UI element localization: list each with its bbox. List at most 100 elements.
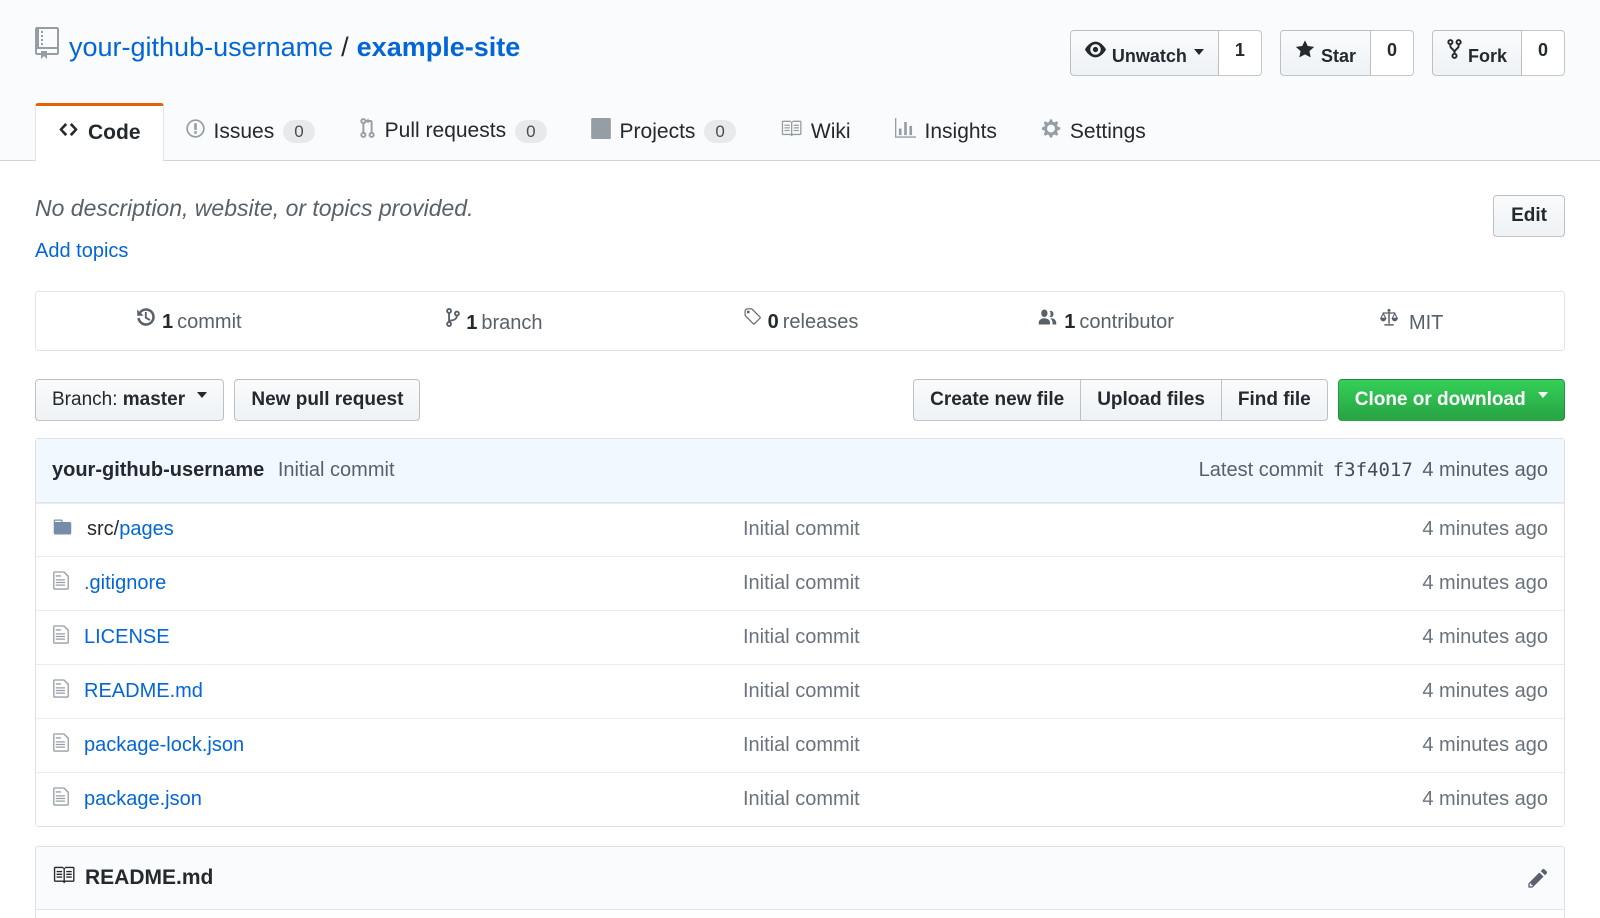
file-link[interactable]: README.md [84,680,203,703]
branch-name: master [123,389,185,410]
unwatch-button[interactable]: Unwatch [1070,30,1219,76]
tab-issues[interactable]: Issues 0 [164,103,337,160]
tab-projects[interactable]: Projects 0 [569,103,758,160]
pull-requests-counter: 0 [515,120,546,143]
table-row: package.json Initial commit 4 minutes ag… [36,772,1564,826]
row-commit-message[interactable]: Initial commit [743,788,1333,811]
stat-value: 0 [768,311,779,333]
file-link[interactable]: package-lock.json [84,734,244,757]
tab-wiki[interactable]: Wiki [758,103,873,160]
edit-readme-pencil-icon[interactable] [1528,867,1548,889]
fork-group: Fork 0 [1432,30,1565,76]
tab-code[interactable]: Code [35,103,164,161]
tab-label: Code [88,121,141,145]
commits-stat[interactable]: 1commit [36,307,342,334]
tab-insights[interactable]: Insights [873,103,1019,160]
stat-label: releases [783,311,859,333]
new-pull-request-button[interactable]: New pull request [234,379,420,421]
commit-author-link[interactable]: your-github-username [52,459,264,481]
star-icon [1295,39,1315,66]
fork-button[interactable]: Fork [1432,30,1522,76]
folder-icon [52,517,73,543]
pull-request-icon [359,117,376,145]
wiki-book-icon [780,118,802,145]
repo-owner-link[interactable]: your-github-username [69,30,333,65]
file-link[interactable]: LICENSE [84,626,170,649]
folder-path-prefix[interactable]: src/ [87,518,119,540]
tab-label: Projects [620,120,696,144]
row-commit-message[interactable]: Initial commit [743,572,1333,595]
issues-counter: 0 [283,120,314,143]
graph-icon [895,118,916,145]
file-link[interactable]: pages [119,518,174,540]
latest-commit-label: Latest commit [1199,459,1323,481]
stat-label: commit [177,311,241,333]
stargazers-count[interactable]: 0 [1371,30,1414,76]
project-icon [591,118,611,145]
stat-label: MIT [1409,312,1443,334]
stat-value: 1 [162,311,173,333]
repo-actions: Unwatch 1 Star 0 F [1070,30,1565,76]
table-row: src/pages Initial commit 4 minutes ago [36,503,1564,556]
row-commit-message[interactable]: Initial commit [743,518,1333,541]
file-icon [52,732,70,759]
chevron-down-icon [1538,392,1548,403]
row-commit-age: 4 minutes ago [1333,518,1548,541]
tab-pull-requests[interactable]: Pull requests 0 [337,102,569,160]
repo-main: No description, website, or topics provi… [0,195,1600,918]
repo-name-link[interactable]: example-site [357,30,521,65]
readme-title: README.md [52,864,213,892]
table-row: LICENSE Initial commit 4 minutes ago [36,610,1564,664]
files-table: your-github-username Initial commit Late… [35,438,1565,827]
row-commit-age: 4 minutes ago [1333,734,1548,757]
people-icon [1037,307,1058,333]
file-link[interactable]: .gitignore [84,572,166,595]
row-commit-age: 4 minutes ago [1333,680,1548,703]
issue-icon [186,118,205,145]
row-commit-message[interactable]: Initial commit [743,734,1333,757]
create-new-file-button[interactable]: Create new file [913,379,1081,421]
stat-label: branch [481,312,542,334]
add-topics-link[interactable]: Add topics [35,240,128,263]
branch-select-button[interactable]: Branch: master [35,379,224,421]
branch-label: Branch: [52,389,117,410]
table-row: package-lock.json Initial commit 4 minut… [36,718,1564,772]
tab-label: Settings [1070,120,1146,144]
projects-counter: 0 [704,120,735,143]
eye-icon [1085,39,1106,66]
find-file-button[interactable]: Find file [1221,379,1328,421]
commit-sha-link[interactable]: f3f4017 [1329,459,1417,481]
commit-message-link[interactable]: Initial commit [278,459,395,481]
watchers-count[interactable]: 1 [1219,30,1262,76]
law-icon [1379,307,1399,334]
star-button[interactable]: Star [1280,30,1371,76]
row-commit-message[interactable]: Initial commit [743,626,1333,649]
repo-nav: Code Issues 0 Pull requests 0 P [35,102,1565,160]
branch-icon [446,307,460,334]
branches-stat[interactable]: 1branch [342,307,648,335]
code-icon [58,119,79,146]
file-link[interactable]: package.json [84,788,202,811]
repo-description: No description, website, or topics provi… [35,195,474,223]
repo-title: your-github-username / example-site [35,27,520,68]
chevron-down-icon [1194,49,1204,60]
readme-content [36,910,1564,918]
row-commit-message[interactable]: Initial commit [743,680,1333,703]
releases-stat[interactable]: 0releases [647,307,953,334]
clone-or-download-button[interactable]: Clone or download [1338,379,1565,421]
stat-value: 1 [1064,311,1075,333]
file-navigation: Branch: master New pull request Create n… [35,379,1565,421]
forks-count[interactable]: 0 [1522,30,1565,76]
tab-label: Issues [214,120,275,144]
repo-title-separator: / [333,30,357,65]
license-stat[interactable]: MIT [1258,307,1564,335]
github-repo-page: your-github-username / example-site Unwa… [0,0,1600,918]
file-actions-group: Create new file Upload files Find file [913,379,1328,421]
stat-value: 1 [466,312,477,334]
latest-commit-bar: your-github-username Initial commit Late… [36,439,1564,503]
contributors-stat[interactable]: 1contributor [953,307,1259,334]
tab-settings[interactable]: Settings [1019,103,1168,160]
upload-files-button[interactable]: Upload files [1080,379,1222,421]
file-icon [52,786,70,813]
edit-button[interactable]: Edit [1493,195,1565,237]
